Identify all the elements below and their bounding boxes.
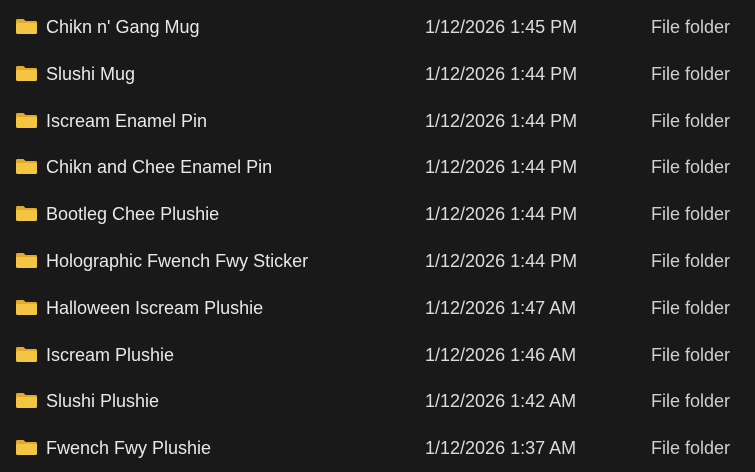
file-row[interactable]: Slushi Mug 1/12/2026 1:44 PM File folder [0, 51, 755, 98]
date-modified: 1/12/2026 1:44 PM [425, 157, 578, 178]
file-type: File folder [651, 250, 731, 271]
file-type: File folder [651, 297, 731, 318]
file-name: Chikn and Chee Enamel Pin [46, 157, 273, 178]
file-name: Holographic Fwench Fwy Sticker [46, 250, 309, 271]
folder-icon [15, 251, 38, 269]
file-row[interactable]: Fwench Fwy Plushie 1/12/2026 1:37 AM Fil… [0, 425, 755, 472]
file-row[interactable]: Slushi Plushie 1/12/2026 1:42 AM File fo… [0, 378, 755, 425]
file-list: Chikn n' Gang Mug 1/12/2026 1:45 PM File… [0, 4, 755, 472]
folder-icon [15, 17, 38, 35]
file-type: File folder [651, 391, 731, 412]
file-row[interactable]: Holographic Fwench Fwy Sticker 1/12/2026… [0, 238, 755, 285]
file-type: File folder [651, 63, 731, 84]
file-name: Slushi Plushie [46, 391, 160, 412]
file-type: File folder [651, 204, 731, 225]
file-name: Iscream Plushie [46, 344, 175, 365]
file-name: Slushi Mug [46, 63, 136, 84]
file-name: Iscream Enamel Pin [46, 110, 208, 131]
file-row[interactable]: Iscream Enamel Pin 1/12/2026 1:44 PM Fil… [0, 98, 755, 145]
date-modified: 1/12/2026 1:46 AM [425, 344, 577, 365]
date-modified: 1/12/2026 1:47 AM [425, 297, 577, 318]
folder-icon [15, 345, 38, 363]
file-name: Bootleg Chee Plushie [46, 204, 220, 225]
file-name: Fwench Fwy Plushie [46, 438, 212, 459]
file-type: File folder [651, 17, 731, 37]
folder-icon [15, 157, 38, 175]
date-modified: 1/12/2026 1:45 PM [425, 17, 578, 37]
folder-icon [15, 298, 38, 316]
date-modified: 1/12/2026 1:42 AM [425, 391, 577, 412]
file-name: Chikn n' Gang Mug [46, 17, 200, 37]
file-type: File folder [651, 438, 731, 459]
date-modified: 1/12/2026 1:44 PM [425, 63, 578, 84]
file-type: File folder [651, 344, 731, 365]
folder-icon [15, 204, 38, 222]
folder-icon [15, 438, 38, 456]
file-row[interactable]: Chikn and Chee Enamel Pin 1/12/2026 1:44… [0, 144, 755, 191]
folder-icon [15, 391, 38, 409]
file-type: File folder [651, 157, 731, 178]
file-type: File folder [651, 110, 731, 131]
file-row[interactable]: Iscream Plushie 1/12/2026 1:46 AM File f… [0, 332, 755, 379]
date-modified: 1/12/2026 1:37 AM [425, 438, 577, 459]
folder-icon [15, 64, 38, 82]
date-modified: 1/12/2026 1:44 PM [425, 110, 578, 131]
file-row[interactable]: Halloween Iscream Plushie 1/12/2026 1:47… [0, 285, 755, 332]
date-modified: 1/12/2026 1:44 PM [425, 250, 578, 271]
folder-icon [15, 111, 38, 129]
date-modified: 1/12/2026 1:44 PM [425, 204, 578, 225]
file-row[interactable]: Chikn n' Gang Mug 1/12/2026 1:45 PM File… [0, 4, 755, 51]
file-name: Halloween Iscream Plushie [46, 297, 264, 318]
file-row[interactable]: Bootleg Chee Plushie 1/12/2026 1:44 PM F… [0, 191, 755, 238]
